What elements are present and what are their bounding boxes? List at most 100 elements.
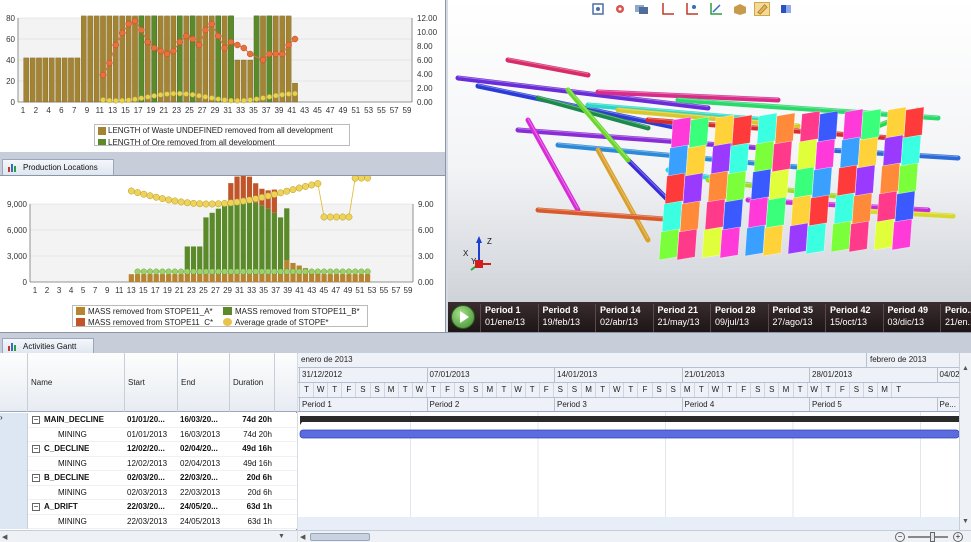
mine-3d-model[interactable] xyxy=(448,0,971,302)
grade-b-point xyxy=(221,268,228,275)
column-header-end[interactable]: End xyxy=(178,353,230,412)
gantt-row[interactable]: MINING 22/03/2013 24/05/2013 63d 1h xyxy=(0,514,297,529)
row-indicator[interactable] xyxy=(0,471,28,486)
top-chart-x-tick: 23 xyxy=(172,106,181,115)
column-header-start[interactable]: Start xyxy=(125,353,178,412)
viewer-3d-panel[interactable]: Z X Y xyxy=(448,0,971,302)
period-item[interactable]: Period 28 09/jul/13 xyxy=(710,304,768,332)
waste-bar xyxy=(42,57,49,103)
waste-bar xyxy=(157,15,164,103)
axis-label-z: Z xyxy=(487,237,492,246)
stope-block xyxy=(667,144,689,177)
column-header-name[interactable]: Name xyxy=(28,353,125,412)
stope-block xyxy=(787,222,809,255)
gantt-row[interactable]: MINING 02/03/2013 22/03/2013 20d 6h xyxy=(0,485,297,500)
expand-collapse-icon[interactable]: − xyxy=(32,474,40,482)
expand-collapse-icon[interactable]: − xyxy=(32,445,40,453)
scroll-up-arrow[interactable]: ▲ xyxy=(962,365,969,372)
zoom-slider[interactable] xyxy=(908,532,948,542)
avg-grade-point xyxy=(308,181,316,189)
period-date: 21/may/13 xyxy=(657,317,700,327)
legend-item-ore: LENGTH of Ore removed from all developme… xyxy=(95,137,349,145)
top-chart-right-tick: 4.00 xyxy=(417,70,433,79)
row-indicator[interactable] xyxy=(0,514,28,529)
scroll-left-arrow-chart[interactable]: ◀ xyxy=(300,533,305,541)
period-item[interactable]: Perio... 21/en... xyxy=(940,304,971,332)
play-button[interactable] xyxy=(451,305,475,329)
top-chart-x-tick: 11 xyxy=(96,106,105,115)
grade-b-point xyxy=(352,268,359,275)
stope-block xyxy=(876,190,898,223)
gantt-row[interactable]: − C_DECLINE 12/02/20... 02/04/20... 49d 16h xyxy=(0,442,297,457)
gantt-horizontal-scrollbar[interactable]: ◀ − + xyxy=(298,530,971,542)
waste-bar xyxy=(196,15,202,103)
zoom-slider-thumb[interactable] xyxy=(930,532,935,542)
row-indicator[interactable]: › xyxy=(0,413,28,428)
grade2-point xyxy=(113,98,119,104)
row-indicator[interactable] xyxy=(0,500,28,515)
period-date: 15/oct/13 xyxy=(830,317,868,327)
row-indicator[interactable] xyxy=(0,427,28,442)
stope-block xyxy=(814,138,836,171)
cell-duration: 74d 20h xyxy=(242,415,272,424)
grade-b-point xyxy=(258,268,265,275)
avg-grade-point xyxy=(221,199,229,207)
row-indicator[interactable] xyxy=(0,442,28,457)
grade-b-point xyxy=(271,268,278,275)
grade2-point xyxy=(132,96,138,102)
zoom-out-button[interactable]: − xyxy=(895,532,905,542)
period-item[interactable]: Period 14 02/abr/13 xyxy=(595,304,653,332)
waste-bar xyxy=(170,15,177,103)
period-item[interactable]: Period 49 03/dic/13 xyxy=(882,304,941,332)
period-item[interactable]: Period 42 15/oct/13 xyxy=(825,304,883,332)
period-item[interactable]: Period 35 27/ago/13 xyxy=(767,304,826,332)
period-item[interactable]: Period 21 21/may/13 xyxy=(652,304,711,332)
waste-bar xyxy=(247,59,253,103)
stope-block xyxy=(688,116,710,149)
gantt-chart-area[interactable]: enero de 2013 febrero de 2013 31/12/2012 07… xyxy=(298,353,971,542)
tab-activities-gantt[interactable]: Activities Gantt xyxy=(2,338,94,354)
scroll-thumb[interactable] xyxy=(310,533,370,541)
grade2-point xyxy=(279,92,285,98)
stope-a-bar xyxy=(184,274,190,282)
stope-block xyxy=(842,108,864,141)
column-header-duration[interactable]: Duration xyxy=(230,353,275,412)
legend-label-avg-grade: Average grade of STOPE* xyxy=(235,318,329,327)
grade-b-point xyxy=(178,268,185,275)
gantt-row[interactable]: MINING 12/02/2013 02/04/2013 49d 16h xyxy=(0,456,297,471)
zoom-in-button[interactable]: + xyxy=(953,532,963,542)
gantt-row[interactable]: − A_DRIFT 22/03/20... 24/05/20... 63d 1h xyxy=(0,500,297,515)
period-item[interactable]: Period 1 01/ene/13 xyxy=(480,304,538,332)
stope-a-bar xyxy=(253,274,259,282)
expand-collapse-icon[interactable]: − xyxy=(32,503,40,511)
tunnel-highlight xyxy=(597,148,649,239)
grade2-point xyxy=(266,94,273,100)
gantt-row[interactable]: › − MAIN_DECLINE 01/01/20... 16/03/20... 74d … xyxy=(0,413,297,428)
day-label: S xyxy=(566,383,581,397)
avg-grade-point xyxy=(158,195,166,203)
scroll-down-arrow[interactable]: ▼ xyxy=(962,518,969,525)
cell-name: MINING xyxy=(58,429,87,439)
row-indicator[interactable] xyxy=(0,456,28,471)
gantt-row[interactable]: − B_DECLINE 02/03/20... 22/03/20... 20d 6h xyxy=(0,471,297,486)
gantt-vertical-scrollbar[interactable]: ▲ ▼ xyxy=(959,353,971,530)
prod-chart-left-tick: 9,000 xyxy=(7,200,28,209)
row-indicator[interactable] xyxy=(0,485,28,500)
gantt-grid-scrollbar[interactable]: ◀ ▼ xyxy=(0,530,297,542)
top-chart-left-tick: 60 xyxy=(6,35,15,44)
tab-production-locations[interactable]: Production Locations xyxy=(2,159,114,175)
day-label: S xyxy=(764,383,778,397)
waste-bar xyxy=(87,15,93,103)
cell-duration: 63d 1h xyxy=(246,502,272,511)
period-item[interactable]: Period 8 19/feb/13 xyxy=(537,304,596,332)
expand-collapse-icon[interactable]: − xyxy=(32,416,40,424)
day-label: S xyxy=(552,383,567,397)
gantt-row[interactable]: MINING 01/01/2013 16/03/2013 74d 20h xyxy=(0,427,297,442)
avg-grade-point xyxy=(326,213,334,221)
scroll-right-arrow[interactable]: ▼ xyxy=(278,533,286,541)
scroll-left-arrow[interactable]: ◀ xyxy=(2,533,10,541)
stope-a-bar xyxy=(340,274,346,282)
grade2-point xyxy=(273,92,279,99)
stope-b-bar xyxy=(265,208,271,275)
avg-grade-point xyxy=(190,199,197,207)
